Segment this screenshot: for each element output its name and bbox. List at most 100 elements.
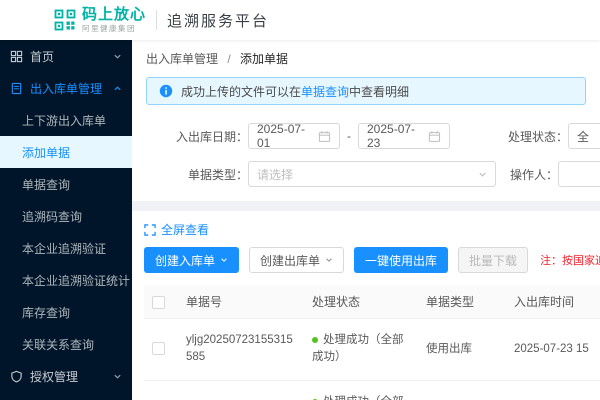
- info-icon: [159, 84, 173, 98]
- chevron-down-icon: [220, 256, 228, 264]
- chevron-down-icon: [113, 372, 122, 381]
- sidebar-item-label: 本企业追溯验证统计: [22, 272, 130, 289]
- select-all-checkbox[interactable]: [152, 296, 165, 309]
- breadcrumb-current: 添加单据: [240, 52, 288, 66]
- status-text: 处理成功（全部成功）: [312, 334, 404, 363]
- date-to-input[interactable]: 2025-07-23: [358, 123, 450, 149]
- brand-text-block: 码上放心 阿里健康集团: [82, 7, 146, 33]
- table-card: 全屏查看 创建入库单 创建出库单 一键使用出库 批量下载 注：按国家追溯标: [132, 211, 600, 400]
- sidebar-item-label: 单据查询: [22, 176, 70, 193]
- operator-input[interactable]: [558, 161, 600, 187]
- create-outbound-label: 创建出库单: [260, 252, 320, 269]
- one-click-use-outbound-button[interactable]: 一键使用出库: [354, 247, 448, 273]
- chevron-down-icon: [113, 52, 122, 61]
- breadcrumb-parent[interactable]: 出入库单管理: [146, 52, 218, 66]
- create-outbound-button[interactable]: 创建出库单: [249, 247, 344, 273]
- operator-filter-label: 操作人：: [510, 166, 558, 183]
- chevron-down-icon: [325, 256, 333, 264]
- alert-text-after: 中查看明细: [349, 85, 409, 99]
- chevron-up-icon: [113, 84, 122, 93]
- success-status-dot: [312, 337, 318, 343]
- app-title: 追溯服务平台: [167, 10, 269, 31]
- doc-no-cell: 20250722094930714: [178, 380, 304, 400]
- order-query-link[interactable]: 单据查询: [301, 85, 349, 99]
- filter-card: 出入库单管理 / 添加单据 成功上传的文件可以在单据查询中查看明细 入出库日期：…: [132, 40, 600, 201]
- date-range-label: 入出库日期：: [146, 128, 248, 145]
- home-grid-icon: [10, 50, 23, 63]
- calendar-icon: [428, 130, 441, 143]
- sidebar-item-label: 上下游出入库单: [22, 112, 106, 129]
- sidebar-item-inventory-query[interactable]: 库存查询: [0, 296, 132, 328]
- status-text: 处理成功（全部成功）: [312, 396, 404, 400]
- column-header-type: 单据类型: [418, 285, 506, 319]
- table-header-row: 单据号 处理状态 单据类型 入出库时间: [144, 285, 600, 319]
- sidebar-item-label: 授权管理: [30, 368, 78, 385]
- filter-row-1: 入出库日期： 2025-07-01 - 2025-07-23: [146, 117, 600, 155]
- document-icon: [10, 82, 23, 95]
- table-toolbar: 创建入库单 创建出库单 一键使用出库 批量下载 注：按国家追溯标准数据集要求: [144, 247, 600, 273]
- date-from-value: 2025-07-01: [257, 122, 318, 150]
- filter-row-2: 单据类型： 请选择 操作人：: [146, 155, 600, 193]
- type-cell: 使用出库: [418, 380, 506, 400]
- column-header-time: 入出库时间: [506, 285, 600, 319]
- fullscreen-icon: [144, 224, 156, 236]
- sidebar-item-label: 库存查询: [22, 304, 70, 321]
- sidebar-item-doc-management[interactable]: 出入库单管理: [0, 72, 132, 104]
- fullscreen-toggle[interactable]: 全屏查看: [144, 221, 209, 238]
- type-select[interactable]: 请选择: [248, 161, 496, 187]
- alert-text: 成功上传的文件可以在单据查询中查看明细: [181, 83, 409, 100]
- doc-no-cell: yljg20250723155315585: [178, 319, 304, 381]
- type-cell: 使用出库: [418, 319, 506, 381]
- batch-download-button[interactable]: 批量下载: [458, 247, 528, 273]
- qr-code-icon: [54, 9, 76, 31]
- fullscreen-label: 全屏查看: [161, 221, 209, 238]
- sidebar-nav: 首页 出入库单管理 上下游出入库单 添加单据 单据查询 追溯码查询 本企业追溯验…: [0, 40, 132, 400]
- calendar-icon: [318, 130, 331, 143]
- sidebar-item-label: 追溯码查询: [22, 208, 82, 225]
- sidebar-item-label: 添加单据: [22, 144, 70, 161]
- chevron-down-icon: [478, 170, 487, 179]
- type-filter-label: 单据类型：: [146, 166, 248, 183]
- sidebar-item-auth-management[interactable]: 授权管理: [0, 360, 132, 392]
- create-inbound-button[interactable]: 创建入库单: [144, 247, 239, 273]
- sidebar-item-relation-query[interactable]: 关联关系查询: [0, 328, 132, 360]
- sidebar-item-label: 出入库单管理: [30, 80, 102, 97]
- sidebar-item-enterprise-trace-verify[interactable]: 本企业追溯验证: [0, 232, 132, 264]
- status-filter-label: 处理状态：: [508, 128, 568, 145]
- sidebar-item-label: 本企业追溯验证: [22, 240, 106, 257]
- main-content: 出入库单管理 / 添加单据 成功上传的文件可以在单据查询中查看明细 入出库日期：…: [132, 40, 600, 400]
- create-inbound-label: 创建入库单: [155, 252, 215, 269]
- sidebar-item-label: 首页: [30, 48, 54, 65]
- date-to-value: 2025-07-23: [367, 122, 428, 150]
- status-select[interactable]: 全: [568, 123, 600, 149]
- date-range-separator: -: [347, 129, 351, 143]
- row-checkbox[interactable]: [152, 342, 165, 355]
- time-cell: 2025-07-23 15: [506, 319, 600, 381]
- batch-download-label: 批量下载: [469, 252, 517, 269]
- brand-subtitle: 阿里健康集团: [82, 25, 146, 33]
- status-cell: 处理成功（全部成功）: [304, 319, 418, 381]
- alert-text-before: 成功上传的文件可以在: [181, 85, 301, 99]
- column-header-status: 处理状态: [304, 285, 418, 319]
- breadcrumb-separator: /: [227, 52, 230, 66]
- breadcrumb: 出入库单管理 / 添加单据: [146, 50, 600, 67]
- top-header: 码上放心 阿里健康集团 追溯服务平台: [0, 0, 600, 40]
- sidebar-item-home[interactable]: 首页: [0, 40, 132, 72]
- sidebar-item-updown-orders[interactable]: 上下游出入库单: [0, 104, 132, 136]
- status-select-value: 全: [577, 128, 589, 145]
- date-from-input[interactable]: 2025-07-01: [248, 123, 340, 149]
- column-header-doc-no: 单据号: [178, 285, 304, 319]
- sidebar-item-trace-code-query[interactable]: 追溯码查询: [0, 200, 132, 232]
- sidebar-item-order-query[interactable]: 单据查询: [0, 168, 132, 200]
- brand-name: 码上放心: [82, 7, 146, 24]
- status-cell: 处理成功（全部成功）: [304, 380, 418, 400]
- brand-logo: 码上放心 阿里健康集团: [54, 7, 146, 33]
- sidebar-item-add-order[interactable]: 添加单据: [0, 136, 132, 168]
- shield-icon: [10, 370, 23, 383]
- sidebar-item-label: 关联关系查询: [22, 336, 94, 353]
- orders-table: 单据号 处理状态 单据类型 入出库时间 yljg2025072315531558…: [144, 285, 600, 400]
- time-cell: 2025-07-22 09: [506, 380, 600, 400]
- sidebar-item-enterprise-trace-verify-stats[interactable]: 本企业追溯验证统计: [0, 264, 132, 296]
- one-click-use-outbound-label: 一键使用出库: [365, 252, 437, 269]
- table-row: yljg20250723155315585 处理成功（全部成功） 使用出库 20…: [144, 319, 600, 381]
